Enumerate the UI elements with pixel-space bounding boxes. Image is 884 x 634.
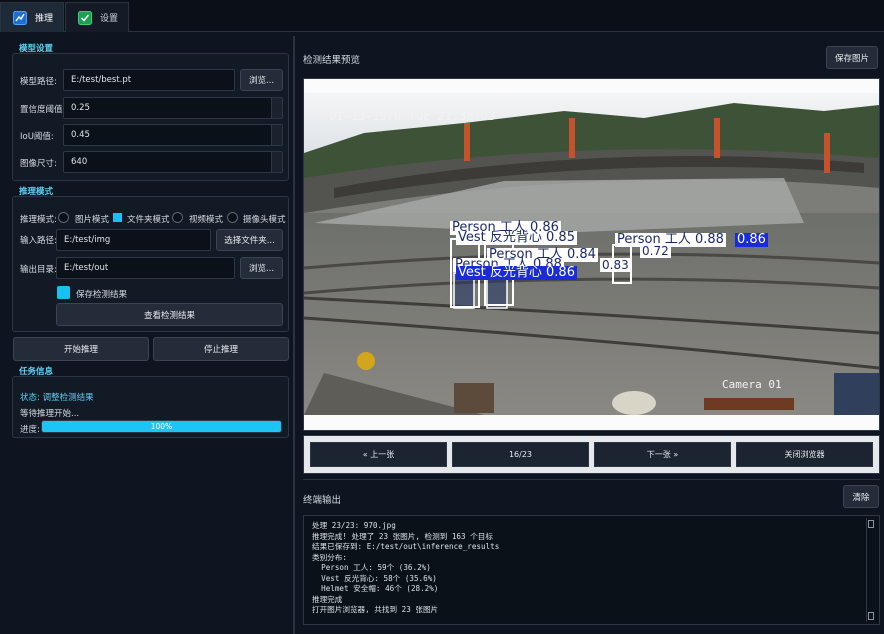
conf-spin-arrows[interactable] — [271, 98, 282, 118]
progress-fill: 100% — [42, 421, 281, 432]
detection-label: 0.83 — [600, 258, 631, 272]
waiting-text: 等待推理开始... — [20, 409, 80, 419]
radio-folder-mode-selected[interactable] — [113, 213, 122, 222]
save-results-label: 保存检测结果 — [76, 290, 128, 300]
page-indicator: 16/23 — [452, 442, 589, 467]
close-browser-button[interactable]: 关闭浏览器 — [736, 442, 873, 467]
input-path-field[interactable]: E:/test/img — [56, 229, 211, 251]
preview-title: 检测结果预览 — [303, 55, 361, 66]
tab-settings-label: 设置 — [100, 14, 119, 24]
scroll-up-arrow[interactable] — [868, 520, 874, 528]
tab-inference[interactable]: 推理 — [0, 2, 64, 32]
radio-image-mode[interactable] — [58, 212, 69, 223]
tab-settings[interactable]: 设置 — [65, 2, 129, 32]
chart-line-icon — [13, 10, 27, 25]
tab-bar — [0, 0, 884, 32]
conf-spinbox[interactable]: 0.25 — [63, 97, 283, 119]
detection-label: Vest 反光背心 0.86 — [456, 265, 577, 280]
model-path-input[interactable]: E:/test/best.pt — [63, 69, 235, 91]
mode-image-label: 图片模式 — [75, 215, 110, 225]
iou-label: IoU阈值: — [20, 132, 54, 142]
detection-label: 0.86 — [735, 232, 768, 247]
progress-text: 100% — [150, 422, 173, 431]
input-path-label: 输入路径: — [20, 236, 57, 246]
view-results-button[interactable]: 查看检测结果 — [56, 303, 283, 326]
status-text: 状态: 调整检测结果 — [20, 393, 94, 403]
progress-label: 进度: — [20, 425, 40, 435]
radio-video-mode[interactable] — [172, 212, 183, 223]
prev-image-button[interactable]: « 上一张 — [310, 442, 447, 467]
model-browse-button[interactable]: 浏览... — [240, 69, 283, 91]
next-image-button[interactable]: 下一张 » — [594, 442, 731, 467]
clear-terminal-button[interactable]: 清除 — [843, 485, 879, 508]
panel-splitter[interactable] — [293, 36, 295, 634]
terminal-line: Vest 反光背心: 58个 (35.6%) — [312, 573, 437, 583]
terminal-scrollbar[interactable] — [866, 518, 874, 622]
tab-inference-label: 推理 — [35, 14, 54, 24]
model-path-label: 模型路径: — [20, 77, 57, 87]
conf-label: 置信度阈值: — [20, 105, 66, 115]
output-dir-field[interactable]: E:/test/out — [56, 257, 235, 279]
save-results-checkbox[interactable] — [57, 286, 70, 299]
terminal-line: Person 工人: 59个 (36.2%) — [312, 563, 431, 572]
terminal-line: 结果已保存到: E:/test/out\inference_results — [312, 542, 500, 551]
terminal-line: Helmet 安全帽: 46个 (28.2%) — [312, 584, 439, 593]
mode-video-label: 视频模式 — [189, 215, 224, 225]
imgsz-spinbox[interactable]: 640 — [63, 151, 283, 173]
imgsz-spin-arrows[interactable] — [271, 152, 282, 172]
terminal-line: 推理完成 — [312, 594, 343, 604]
terminal-line: 类别分布: — [312, 552, 347, 562]
choose-folder-button[interactable]: 选择文件夹... — [216, 229, 283, 251]
scroll-down-arrow[interactable] — [868, 612, 874, 620]
radio-camera-mode[interactable] — [227, 212, 238, 223]
camera-label: Camera 01 — [722, 378, 782, 391]
terminal-line: 打开图片浏览器, 共找到 23 张图片 — [312, 605, 439, 614]
terminal-title: 终端输出 — [303, 495, 342, 506]
save-image-button[interactable]: 保存图片 — [826, 46, 878, 69]
progress-bar: 100% — [41, 420, 282, 433]
stop-inference-button[interactable]: 停止推理 — [153, 337, 289, 361]
mode-camera-label: 摄像头模式 — [243, 215, 286, 225]
detection-label: 0.72 — [640, 244, 671, 258]
detection-label: Vest 反光背心 0.85 — [456, 230, 577, 245]
mode-folder-label: 文件夹模式 — [127, 215, 170, 225]
terminal-line: 处理 23/23: 970.jpg — [312, 521, 396, 530]
output-dir-label: 输出目录: — [20, 265, 57, 275]
terminal-divider — [303, 479, 880, 480]
image-timestamp: 01-13-1970 Tue 21:38:03 — [329, 109, 496, 123]
check-box-icon — [78, 10, 92, 25]
iou-spin-arrows[interactable] — [271, 125, 282, 145]
start-inference-button[interactable]: 开始推理 — [13, 337, 149, 361]
terminal-output[interactable]: 处理 23/23: 970.jpg 推理完成! 处理了 23 张图片, 检测到 1… — [303, 515, 880, 625]
imgsz-label: 图像尺寸: — [20, 159, 57, 169]
output-browse-button[interactable]: 浏览... — [240, 257, 283, 279]
iou-spinbox[interactable]: 0.45 — [63, 124, 283, 146]
terminal-line: 推理完成! 处理了 23 张图片, 检测到 163 个目标 — [312, 531, 493, 541]
mode-label: 推理模式: — [20, 215, 57, 225]
